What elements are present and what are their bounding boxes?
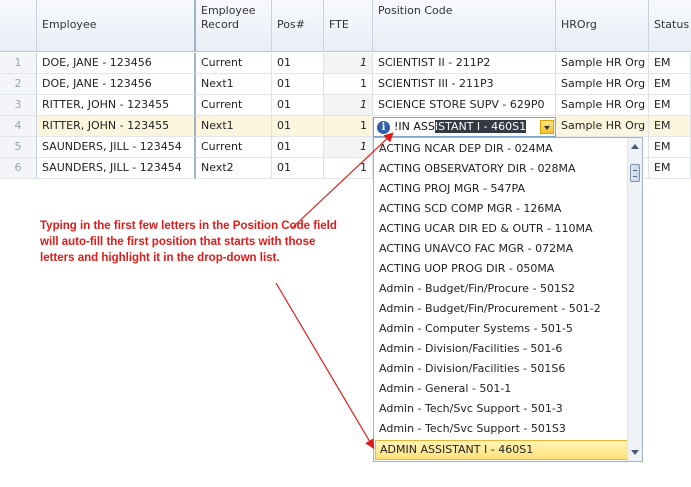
arrow-to-highlighted-option — [275, 282, 375, 450]
arrow-to-input — [291, 132, 394, 229]
annotation-arrows — [275, 132, 394, 450]
